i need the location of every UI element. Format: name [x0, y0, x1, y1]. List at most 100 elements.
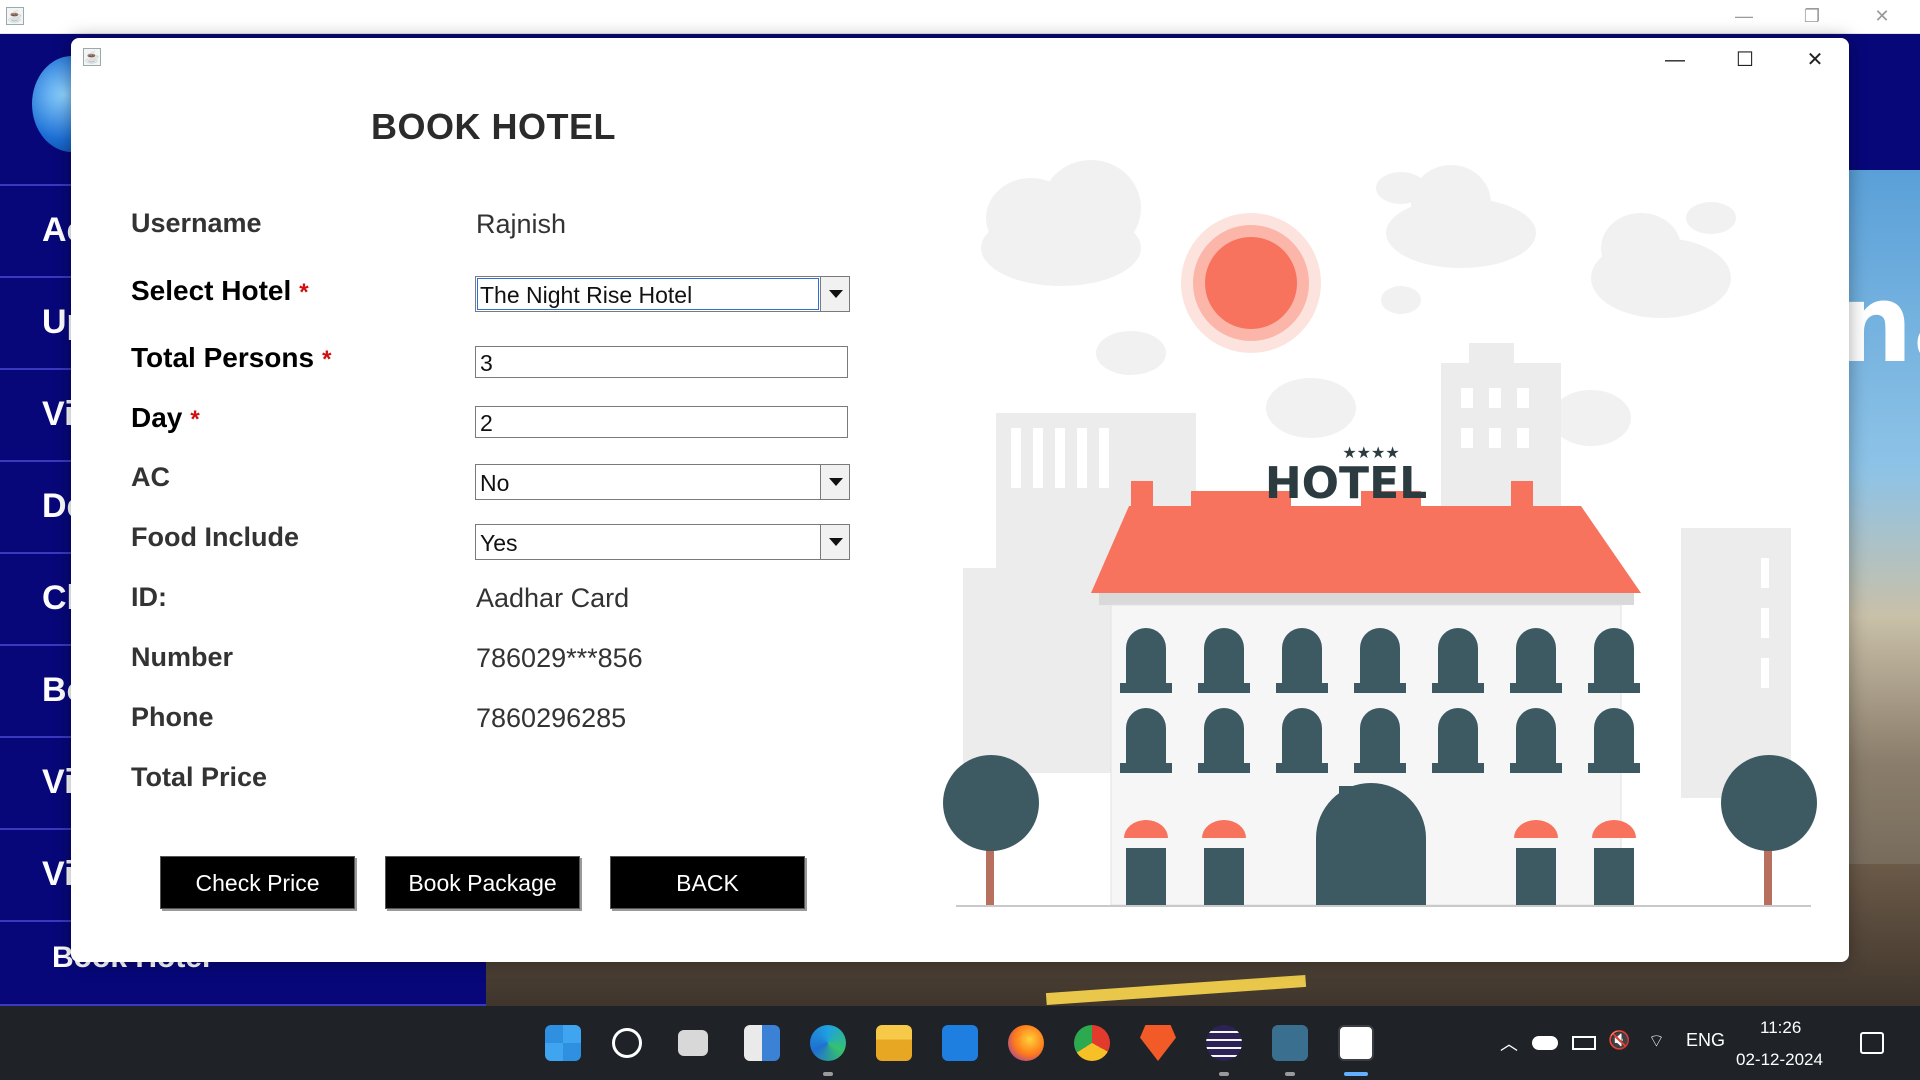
minimize-button[interactable]: —	[1655, 46, 1695, 74]
file-explorer-icon[interactable]	[876, 1025, 912, 1061]
hotel-window	[1438, 628, 1478, 683]
food-include-value: Yes	[480, 530, 518, 556]
food-include-dropdown[interactable]: Yes	[475, 524, 850, 560]
widgets-icon[interactable]	[744, 1025, 780, 1061]
hotel-window	[1594, 708, 1634, 763]
background-minimize-button[interactable]: —	[1730, 4, 1758, 28]
window-sill	[1198, 763, 1250, 773]
dialog-titlebar: ☕ — ☐ ✕	[71, 38, 1849, 74]
background-close-button[interactable]: ✕	[1868, 4, 1896, 28]
chevron-down-icon[interactable]	[820, 465, 849, 499]
clock-date[interactable]: 02-12-2024	[1736, 1050, 1823, 1070]
total-price-label: Total Price	[131, 762, 268, 792]
shop-window	[1594, 848, 1634, 905]
hotel-window	[1516, 628, 1556, 683]
firefox-icon[interactable]	[1008, 1025, 1044, 1061]
wifi-icon[interactable]: ⌔	[1648, 1030, 1665, 1053]
id-label: ID:	[131, 582, 167, 612]
background-restore-button[interactable]: ❐	[1798, 4, 1826, 28]
chevron-down-icon[interactable]	[820, 277, 849, 311]
battery-icon[interactable]	[1572, 1036, 1596, 1050]
window-sill	[1120, 763, 1172, 773]
tree-left	[943, 755, 1039, 905]
clock-time[interactable]: 11:26	[1760, 1018, 1801, 1038]
hotel-window	[1282, 628, 1322, 683]
shop-window	[1516, 848, 1556, 905]
task-view-icon[interactable]	[678, 1030, 708, 1056]
required-marker: *	[299, 279, 309, 306]
window-sill	[1354, 763, 1406, 773]
required-marker: *	[190, 406, 200, 433]
hotel-sign: HOTEL	[1265, 458, 1427, 509]
select-hotel-value: The Night Rise Hotel	[480, 282, 693, 308]
hotel-illustration: HOTEL ★★★★	[943, 160, 1817, 907]
hotel-entrance	[1316, 783, 1426, 905]
phone-label: Phone	[131, 702, 214, 732]
chrome-icon[interactable]	[1074, 1025, 1110, 1061]
id-value: Aadhar Card	[476, 583, 630, 613]
hotel-window	[1360, 708, 1400, 763]
window-sill	[1510, 763, 1562, 773]
day-input[interactable]: 2	[475, 406, 848, 438]
window-sill	[1432, 683, 1484, 693]
hotel-window	[1204, 628, 1244, 683]
hotel-window	[1204, 708, 1244, 763]
window-sill	[1432, 763, 1484, 773]
ac-value: No	[480, 470, 510, 496]
language-indicator[interactable]: ENG	[1686, 1030, 1725, 1051]
window-sill	[1588, 763, 1640, 773]
page-title: BOOK HOTEL	[371, 106, 616, 147]
java-app-icon: ☕	[83, 48, 101, 66]
window-sill	[1276, 763, 1328, 773]
username-value: Rajnish	[476, 209, 567, 239]
maximize-button[interactable]: ☐	[1725, 46, 1765, 74]
total-persons-label: Total Persons *	[131, 342, 332, 373]
window-sill	[1276, 683, 1328, 693]
hotel-window	[1126, 628, 1166, 683]
cloud-shapes	[981, 160, 1736, 446]
hotel-window	[1126, 708, 1166, 763]
select-hotel-label: Select Hotel *	[131, 275, 309, 306]
windows-start-icon[interactable]	[545, 1025, 581, 1061]
phone-value: 7860296285	[476, 703, 627, 733]
hotel-window	[1282, 708, 1322, 763]
eclipse-icon[interactable]	[1206, 1025, 1242, 1061]
ac-label: AC	[131, 462, 170, 492]
star-rating-icon: ★★★★	[1342, 443, 1399, 462]
mail-icon[interactable]	[942, 1025, 978, 1061]
total-persons-input[interactable]: 3	[475, 346, 848, 378]
back-button[interactable]: BACK	[610, 856, 805, 909]
hotel-window	[1360, 628, 1400, 683]
brave-icon[interactable]	[1140, 1025, 1176, 1061]
mysql-workbench-icon[interactable]	[1272, 1025, 1308, 1061]
select-hotel-dropdown[interactable]: The Night Rise Hotel	[475, 276, 850, 312]
chevron-down-icon[interactable]	[820, 525, 849, 559]
hotel-window	[1594, 628, 1634, 683]
window-sill	[1198, 683, 1250, 693]
java-app-icon: ☕	[6, 7, 24, 25]
ac-dropdown[interactable]: No	[475, 464, 850, 500]
taskbar: ︿ 🔇 ⌔ ENG 11:26 02-12-2024	[0, 1006, 1920, 1080]
running-indicator	[1219, 1072, 1229, 1076]
username-label: Username	[131, 208, 262, 238]
hotel-roof	[1091, 506, 1641, 593]
window-sill	[1588, 683, 1640, 693]
window-sill	[1354, 683, 1406, 693]
hotel-window	[1438, 708, 1478, 763]
java-app-icon[interactable]	[1338, 1025, 1374, 1061]
number-label: Number	[131, 642, 234, 672]
shop-window	[1126, 848, 1166, 905]
onedrive-icon[interactable]	[1532, 1036, 1558, 1050]
notification-icon[interactable]	[1860, 1032, 1884, 1054]
chevron-up-icon[interactable]: ︿	[1500, 1030, 1518, 1056]
search-icon[interactable]	[612, 1028, 642, 1058]
edge-icon[interactable]	[810, 1025, 846, 1061]
speaker-muted-icon[interactable]: 🔇	[1608, 1030, 1630, 1051]
check-price-button[interactable]: Check Price	[160, 856, 355, 909]
book-package-button[interactable]: Book Package	[385, 856, 580, 909]
running-indicator	[823, 1072, 833, 1076]
close-button[interactable]: ✕	[1795, 46, 1835, 74]
running-indicator-active	[1344, 1072, 1368, 1076]
hotel-window	[1516, 708, 1556, 763]
book-hotel-dialog: ☕ — ☐ ✕ BOOK HOTEL Username Rajnish Sele…	[71, 38, 1849, 962]
